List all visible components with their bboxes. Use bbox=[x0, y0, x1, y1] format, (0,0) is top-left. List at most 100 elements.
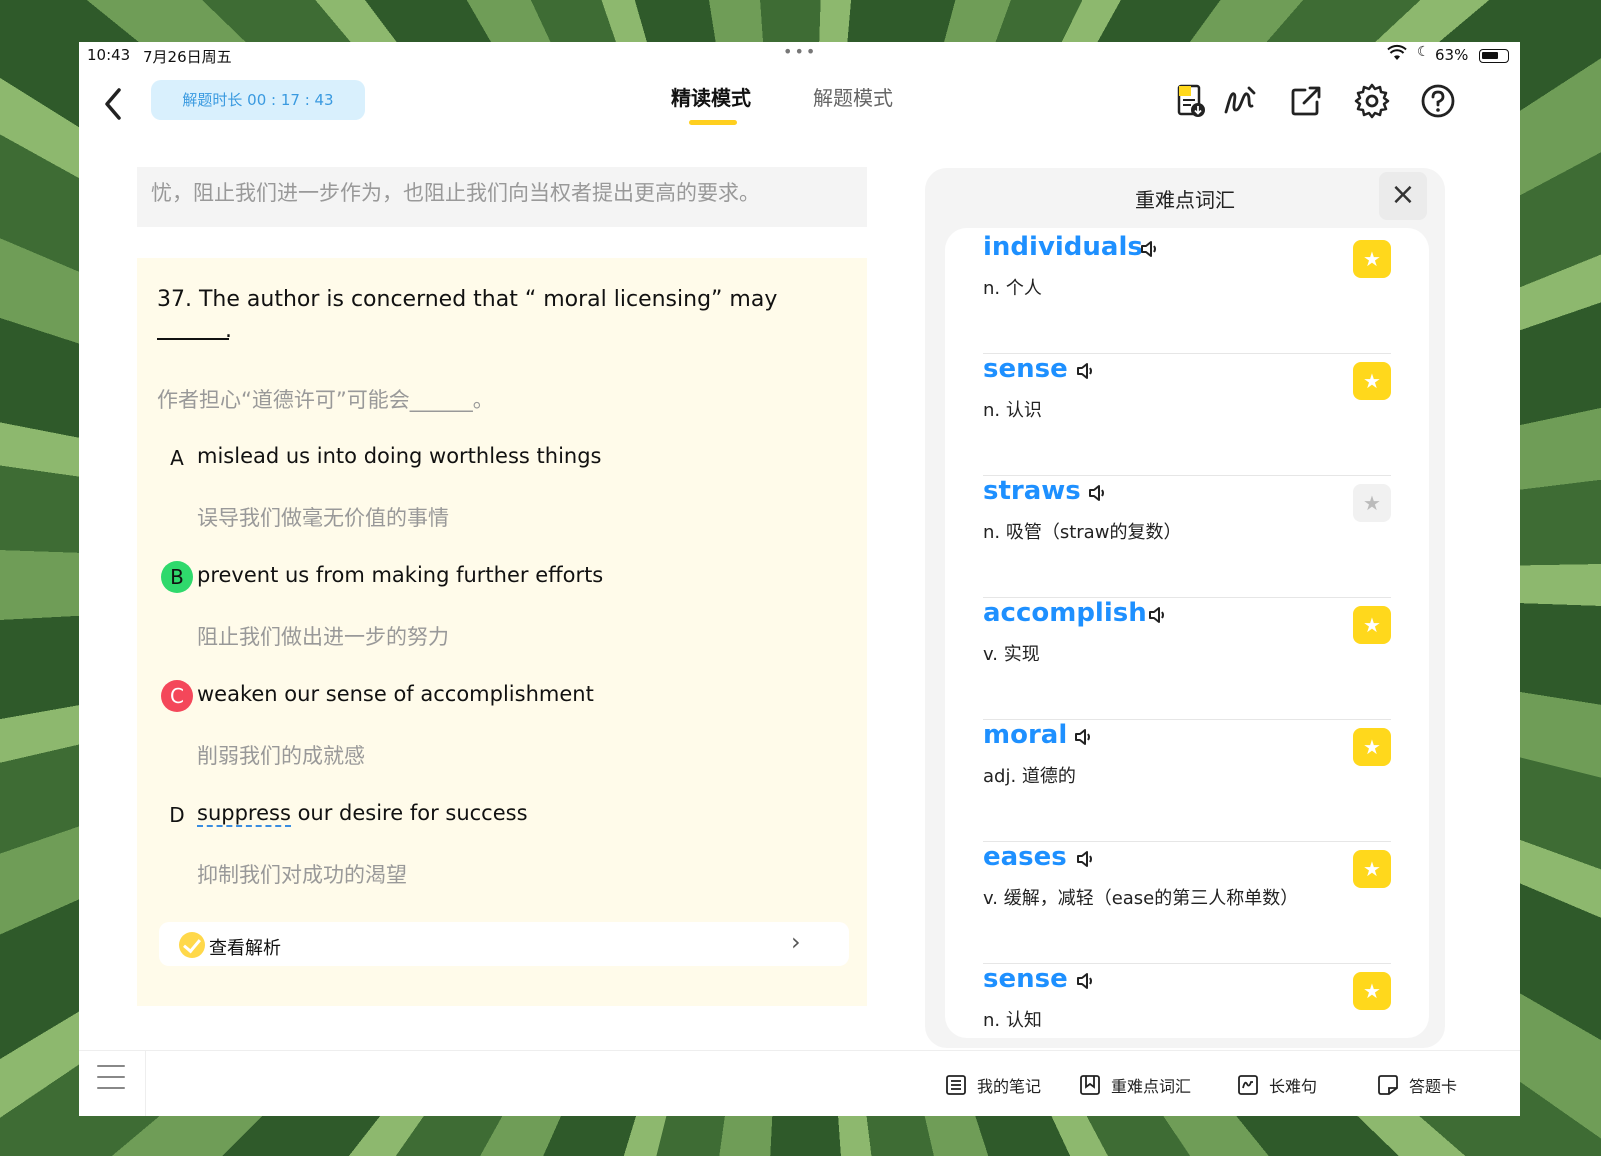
speaker-icon[interactable] bbox=[1087, 482, 1109, 504]
option-b-translation: 阻止我们做出进一步的努力 bbox=[197, 625, 449, 649]
vocab-definition: n. 吸管（straw的复数） bbox=[983, 522, 1182, 543]
status-date: 7月26日周五 bbox=[143, 48, 232, 66]
chevron-left-icon bbox=[105, 88, 121, 120]
battery-icon bbox=[1479, 49, 1509, 63]
chevron-right-icon: › bbox=[791, 928, 801, 956]
option-d-translation: 抑制我们对成功的渴望 bbox=[197, 863, 407, 887]
menu-line bbox=[97, 1087, 125, 1089]
option-letter: A bbox=[170, 446, 184, 470]
option-b[interactable]: B prevent us from making further efforts bbox=[161, 561, 841, 593]
bottom-item-label: 重难点词汇 bbox=[1111, 1077, 1192, 1096]
back-button[interactable] bbox=[101, 84, 131, 124]
status-time: 10:43 bbox=[87, 46, 131, 64]
vocab-word[interactable]: moral bbox=[983, 720, 1067, 750]
vocab-word[interactable]: straws bbox=[983, 476, 1081, 506]
vocab-definition: adj. 道德的 bbox=[983, 766, 1076, 787]
status-bar: 10:43 7月26日周五 ••• ☾ 63% bbox=[79, 42, 1520, 70]
divider bbox=[145, 1051, 146, 1116]
vocab-item[interactable]: moral adj. 道德的 ★ bbox=[983, 720, 1391, 842]
vocab-definition: v. 缓解，减轻（ease的第三人称单数） bbox=[983, 888, 1299, 909]
close-button[interactable]: × bbox=[1379, 172, 1427, 220]
star-icon[interactable]: ★ bbox=[1353, 606, 1391, 644]
vocab-highlight-word[interactable]: suppress bbox=[197, 801, 291, 827]
menu-line bbox=[97, 1076, 125, 1078]
star-icon[interactable]: ★ bbox=[1353, 728, 1391, 766]
top-toolbar: 解题时长 00 : 17 : 43 精读模式 解题模式 bbox=[79, 72, 1520, 142]
my-notes-button[interactable]: 我的笔记 bbox=[945, 1073, 1041, 1097]
bookmark-icon bbox=[1079, 1074, 1101, 1096]
bottom-item-label: 我的笔记 bbox=[977, 1077, 1042, 1096]
vocab-definition: v. 实现 bbox=[983, 644, 1040, 665]
vocab-definition: n. 个人 bbox=[983, 278, 1042, 299]
help-icon[interactable] bbox=[1419, 82, 1457, 120]
option-text: weaken our sense of accomplishment bbox=[197, 682, 594, 706]
vocab-item[interactable]: accomplish v. 实现 ★ bbox=[983, 598, 1391, 720]
star-icon-unstarred[interactable]: ★ bbox=[1353, 484, 1391, 522]
question-stem: 37. The author is concerned that “ moral… bbox=[157, 287, 778, 312]
multitask-dots[interactable]: ••• bbox=[783, 42, 817, 61]
option-a-translation: 误导我们做毫无价值的事情 bbox=[197, 506, 449, 530]
speaker-icon[interactable] bbox=[1075, 360, 1097, 382]
vocab-item[interactable]: straws n. 吸管（straw的复数） ★ bbox=[983, 476, 1391, 598]
option-letter-correct: B bbox=[161, 561, 193, 593]
answer-card-button[interactable]: 答题卡 bbox=[1377, 1073, 1457, 1097]
long-sentence-button[interactable]: 长难句 bbox=[1237, 1073, 1317, 1097]
view-analysis-button[interactable]: 查看解析 › bbox=[159, 922, 849, 966]
answer-blank bbox=[157, 338, 229, 340]
checkmark-badge-icon bbox=[179, 932, 205, 958]
option-text: mislead us into doing worthless things bbox=[197, 444, 602, 468]
tab-problem-solving[interactable]: 解题模式 bbox=[813, 82, 893, 118]
vocab-panel-title: 重难点词汇 bbox=[1135, 188, 1235, 212]
vocab-item[interactable]: individuals n. 个人 ★ bbox=[983, 232, 1391, 354]
notes-list-icon bbox=[945, 1074, 967, 1096]
menu-line bbox=[97, 1065, 125, 1067]
vocab-definition: n. 认识 bbox=[983, 400, 1042, 421]
question-card: 37. The author is concerned that “ moral… bbox=[137, 258, 867, 1006]
bottom-toolbar: 我的笔记 重难点词汇 长难句 答题卡 bbox=[79, 1050, 1520, 1116]
vocab-list[interactable]: individuals n. 个人 ★ sense n. 认识 ★ straws… bbox=[945, 228, 1429, 1038]
option-text: suppress our desire for success bbox=[197, 801, 528, 827]
vocab-word[interactable]: individuals bbox=[983, 232, 1143, 262]
close-icon: × bbox=[1390, 177, 1416, 212]
option-d[interactable]: D suppress our desire for success bbox=[161, 799, 841, 829]
wave-icon bbox=[1237, 1074, 1259, 1096]
gear-icon[interactable] bbox=[1353, 82, 1391, 120]
option-c-translation: 削弱我们的成就感 bbox=[197, 744, 365, 768]
speaker-icon[interactable] bbox=[1075, 848, 1097, 870]
speaker-icon[interactable] bbox=[1139, 238, 1161, 260]
vocab-word[interactable]: eases bbox=[983, 842, 1067, 872]
star-icon[interactable]: ★ bbox=[1353, 240, 1391, 278]
passage-paragraph: 忧，阻止我们进一步作为，也阻止我们向当权者提出更高的要求。 bbox=[137, 167, 867, 227]
vocab-item[interactable]: sense n. 认知 ★ bbox=[983, 964, 1391, 1038]
vocab-word[interactable]: sense bbox=[983, 354, 1068, 384]
active-tab-indicator bbox=[689, 120, 737, 125]
option-a[interactable]: A mislead us into doing worthless things bbox=[161, 442, 841, 472]
tab-intensive-reading[interactable]: 精读模式 bbox=[671, 82, 751, 118]
option-letter-wrong: C bbox=[161, 680, 193, 712]
view-analysis-label: 查看解析 bbox=[209, 938, 281, 959]
answer-card-icon bbox=[1377, 1074, 1399, 1096]
speaker-icon[interactable] bbox=[1147, 604, 1169, 626]
option-c[interactable]: C weaken our sense of accomplishment bbox=[161, 680, 841, 712]
note-download-icon[interactable] bbox=[1171, 82, 1209, 120]
option-text: prevent us from making further efforts bbox=[197, 563, 604, 587]
bottom-item-label: 答题卡 bbox=[1409, 1077, 1458, 1096]
solve-timer: 解题时长 00 : 17 : 43 bbox=[151, 80, 365, 120]
option-letter: D bbox=[169, 803, 185, 827]
star-icon[interactable]: ★ bbox=[1353, 362, 1391, 400]
vocab-item[interactable]: eases v. 缓解，减轻（ease的第三人称单数） ★ bbox=[983, 842, 1391, 964]
share-icon[interactable] bbox=[1287, 82, 1325, 120]
handwriting-icon[interactable] bbox=[1221, 82, 1259, 120]
vocab-item[interactable]: sense n. 认识 ★ bbox=[983, 354, 1391, 476]
vocab-word[interactable]: sense bbox=[983, 964, 1068, 994]
vocab-definition: n. 认知 bbox=[983, 1010, 1042, 1031]
question-translation: 作者担心“道德许可”可能会______。 bbox=[157, 388, 494, 412]
star-icon[interactable]: ★ bbox=[1353, 972, 1391, 1010]
star-icon[interactable]: ★ bbox=[1353, 850, 1391, 888]
option-text-rest: our desire for success bbox=[290, 801, 528, 825]
speaker-icon[interactable] bbox=[1073, 726, 1095, 748]
speaker-icon[interactable] bbox=[1075, 970, 1097, 992]
key-vocab-button[interactable]: 重难点词汇 bbox=[1079, 1073, 1191, 1097]
vocab-word[interactable]: accomplish bbox=[983, 598, 1147, 628]
menu-button[interactable] bbox=[97, 1065, 125, 1091]
